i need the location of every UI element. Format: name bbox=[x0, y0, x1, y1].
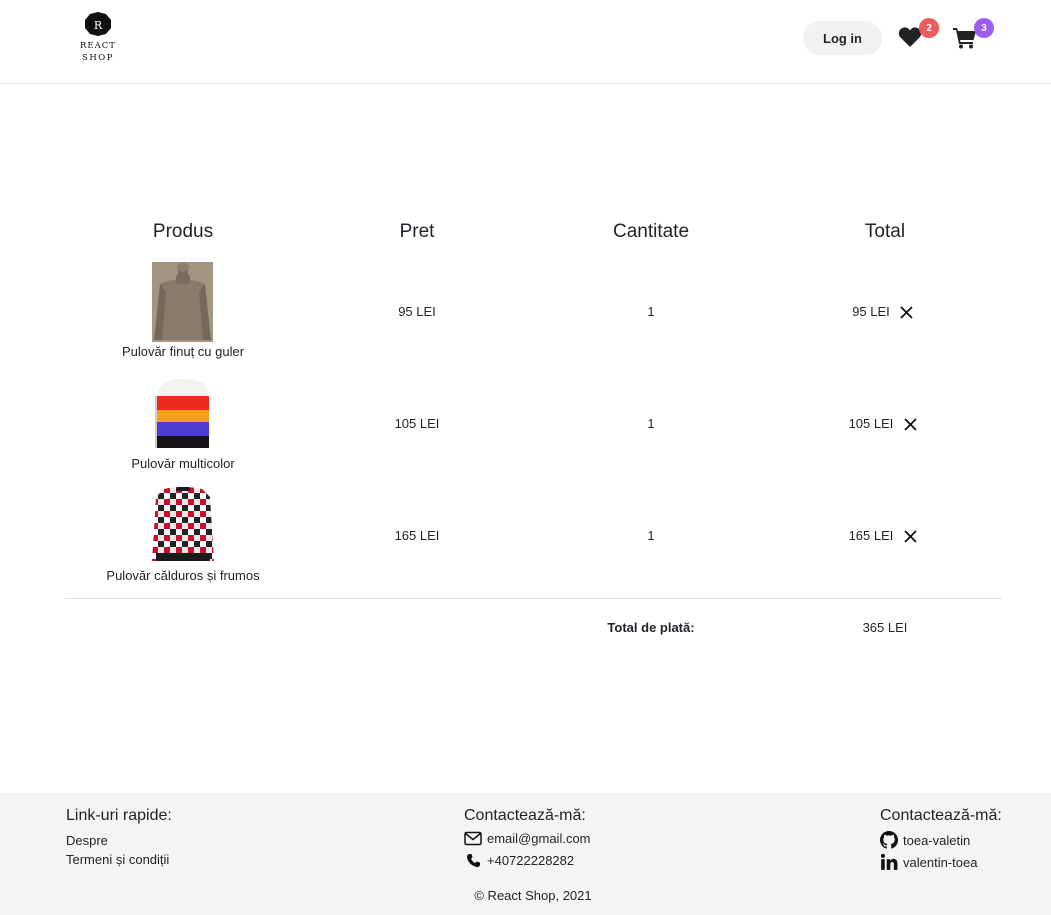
product-total: 165 LEI bbox=[848, 528, 894, 543]
table-divider bbox=[66, 598, 1002, 599]
column-header-price: Pret bbox=[399, 221, 435, 242]
footer-link-about[interactable]: Despre bbox=[66, 833, 108, 848]
svg-text:SHOP: SHOP bbox=[82, 53, 114, 63]
product-image-turtleneck[interactable] bbox=[152, 262, 213, 347]
footer-link-terms[interactable]: Termeni și condiții bbox=[66, 852, 169, 867]
product-image-multicolor[interactable] bbox=[155, 378, 211, 455]
column-header-total: Total bbox=[864, 221, 906, 242]
contact-email[interactable]: email@gmail.com bbox=[464, 831, 591, 846]
github-link[interactable]: toea-valetin bbox=[880, 831, 970, 849]
envelope-icon bbox=[464, 831, 482, 846]
github-icon bbox=[880, 831, 898, 849]
product-total: 95 LEI bbox=[852, 304, 890, 319]
copyright-text: © React Shop, 2021 bbox=[474, 888, 592, 903]
contact-phone-text: +40722228282 bbox=[487, 853, 575, 868]
product-price: 165 LEI bbox=[394, 528, 440, 543]
product-price: 95 LEI bbox=[398, 304, 436, 319]
logo-graphic: R REACT SHOP bbox=[80, 12, 116, 63]
remove-item-icon[interactable] bbox=[904, 418, 918, 432]
favorites-count-badge: 2 bbox=[919, 18, 939, 38]
product-quantity: 1 bbox=[647, 416, 655, 431]
site-footer: Link-uri rapide: Despre Termeni și condi… bbox=[0, 793, 1051, 915]
product-name[interactable]: Pulovăr călduros și frumos bbox=[66, 568, 300, 583]
react-shop-logo[interactable]: R REACT SHOP bbox=[76, 10, 120, 64]
product-quantity: 1 bbox=[647, 528, 655, 543]
product-name[interactable]: Pulovăr finuț cu guler bbox=[66, 344, 300, 359]
product-total: 105 LEI bbox=[848, 416, 894, 431]
contact-email-text: email@gmail.com bbox=[487, 831, 591, 846]
column-header-quantity: Cantitate bbox=[612, 221, 690, 242]
login-button[interactable]: Log in bbox=[803, 21, 882, 55]
quick-links-title: Link-uri rapide: bbox=[66, 807, 172, 824]
social-title: Contactează-mă: bbox=[880, 807, 1002, 824]
cart-count-badge: 3 bbox=[974, 18, 994, 38]
product-price: 105 LEI bbox=[394, 416, 440, 431]
product-quantity: 1 bbox=[647, 304, 655, 319]
contact-phone[interactable]: +40722228282 bbox=[466, 853, 574, 868]
product-name[interactable]: Pulovăr multicolor bbox=[66, 456, 300, 471]
github-username: toea-valetin bbox=[903, 832, 971, 848]
linkedin-icon bbox=[880, 853, 898, 870]
phone-icon bbox=[466, 854, 480, 868]
remove-item-icon[interactable] bbox=[900, 306, 914, 320]
total-label: Total de plată: bbox=[607, 620, 695, 635]
total-value: 365 LEI bbox=[862, 620, 908, 635]
linkedin-username: valentin-toea bbox=[903, 854, 978, 870]
svg-text:REACT: REACT bbox=[80, 41, 116, 51]
column-header-product: Produs bbox=[152, 221, 214, 242]
remove-item-icon[interactable] bbox=[904, 530, 918, 544]
svg-text:R: R bbox=[94, 19, 103, 32]
linkedin-link[interactable]: valentin-toea bbox=[880, 853, 977, 871]
contact-title: Contactează-mă: bbox=[464, 807, 586, 824]
site-header: R REACT SHOP Log in 2 3 bbox=[0, 0, 1051, 84]
product-image-checkered[interactable] bbox=[152, 487, 214, 568]
